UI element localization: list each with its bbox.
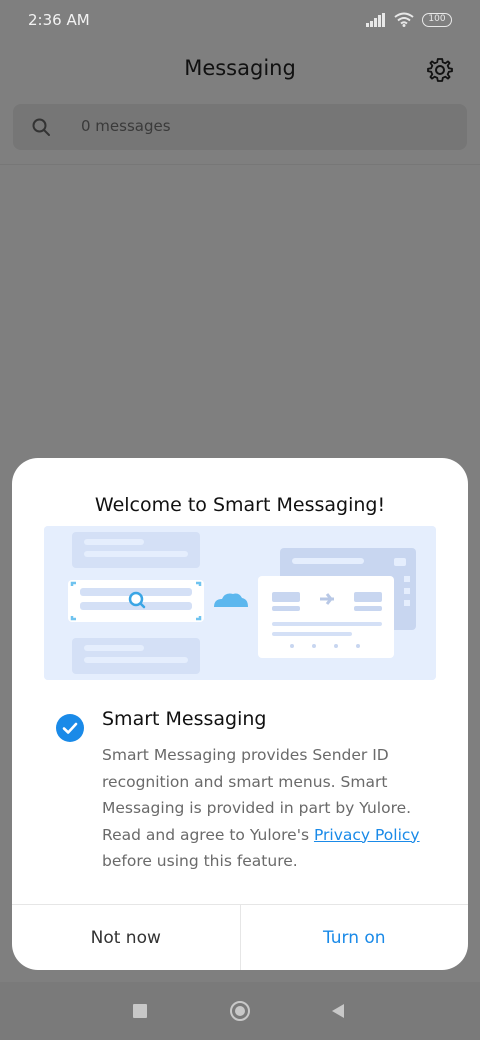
- status-icons: 100: [366, 12, 452, 27]
- status-time: 2:36 AM: [28, 11, 90, 29]
- check-circle-icon[interactable]: [56, 714, 84, 742]
- status-bar: 2:36 AM 100: [0, 0, 480, 40]
- description-text-end: before using this feature.: [102, 852, 298, 870]
- not-now-button[interactable]: Not now: [12, 905, 241, 970]
- app-header: Messaging: [0, 48, 480, 90]
- wifi-icon: [394, 12, 414, 27]
- privacy-policy-link[interactable]: Privacy Policy: [314, 826, 420, 844]
- navigation-bar: [0, 982, 480, 1040]
- smart-messaging-dialog: Welcome to Smart Messaging! Smart Messag…: [12, 458, 468, 970]
- search-bar[interactable]: 0 messages: [13, 104, 467, 150]
- dialog-title: Welcome to Smart Messaging!: [94, 494, 386, 516]
- signal-icon: [366, 12, 385, 27]
- dialog-actions: Not now Turn on: [12, 904, 468, 970]
- battery-indicator: 100: [422, 12, 452, 27]
- smart-messaging-illustration: [44, 526, 436, 680]
- search-icon: [32, 118, 50, 136]
- gear-icon[interactable]: [426, 56, 454, 84]
- turn-on-button[interactable]: Turn on: [241, 905, 469, 970]
- square-icon[interactable]: [129, 1000, 151, 1022]
- divider: [0, 164, 480, 165]
- search-placeholder: 0 messages: [81, 117, 171, 135]
- page-title: Messaging: [184, 56, 296, 80]
- option-title: Smart Messaging: [102, 708, 267, 730]
- option-description: Smart Messaging provides Sender ID recog…: [102, 742, 442, 875]
- circle-icon[interactable]: [229, 1000, 251, 1022]
- triangle-back-icon[interactable]: [327, 1000, 349, 1022]
